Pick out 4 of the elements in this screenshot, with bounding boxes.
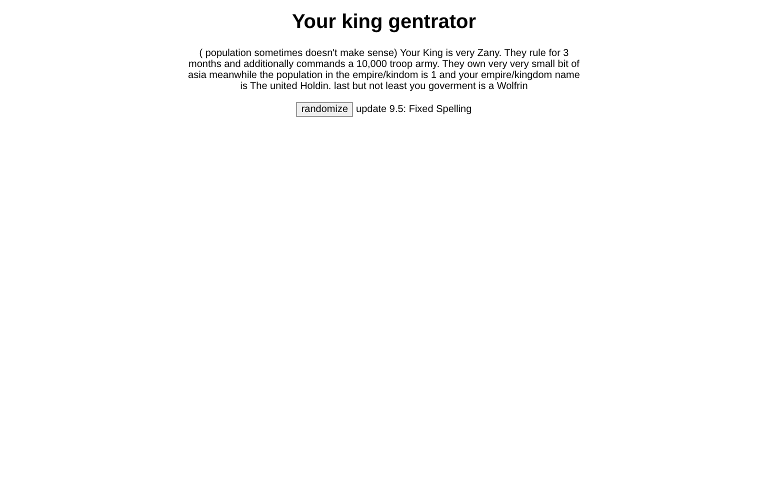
randomize-button[interactable]: randomize xyxy=(296,102,354,117)
description-paragraph: ( population sometimes doesn't make sense) Your King is very Zany. They rule for 3 months and additionally commands a 10,000 troop army. They own very very small bit of asia meanwhile the population in the empire/kindom is 1 and your empire/kingdom name is The united Holdin. last but not least you goverment is a Wolfrin xyxy=(188,48,580,92)
page-title: Your king gentrator xyxy=(292,11,476,34)
update-note: update 9.5: Fixed Spelling xyxy=(356,104,472,115)
